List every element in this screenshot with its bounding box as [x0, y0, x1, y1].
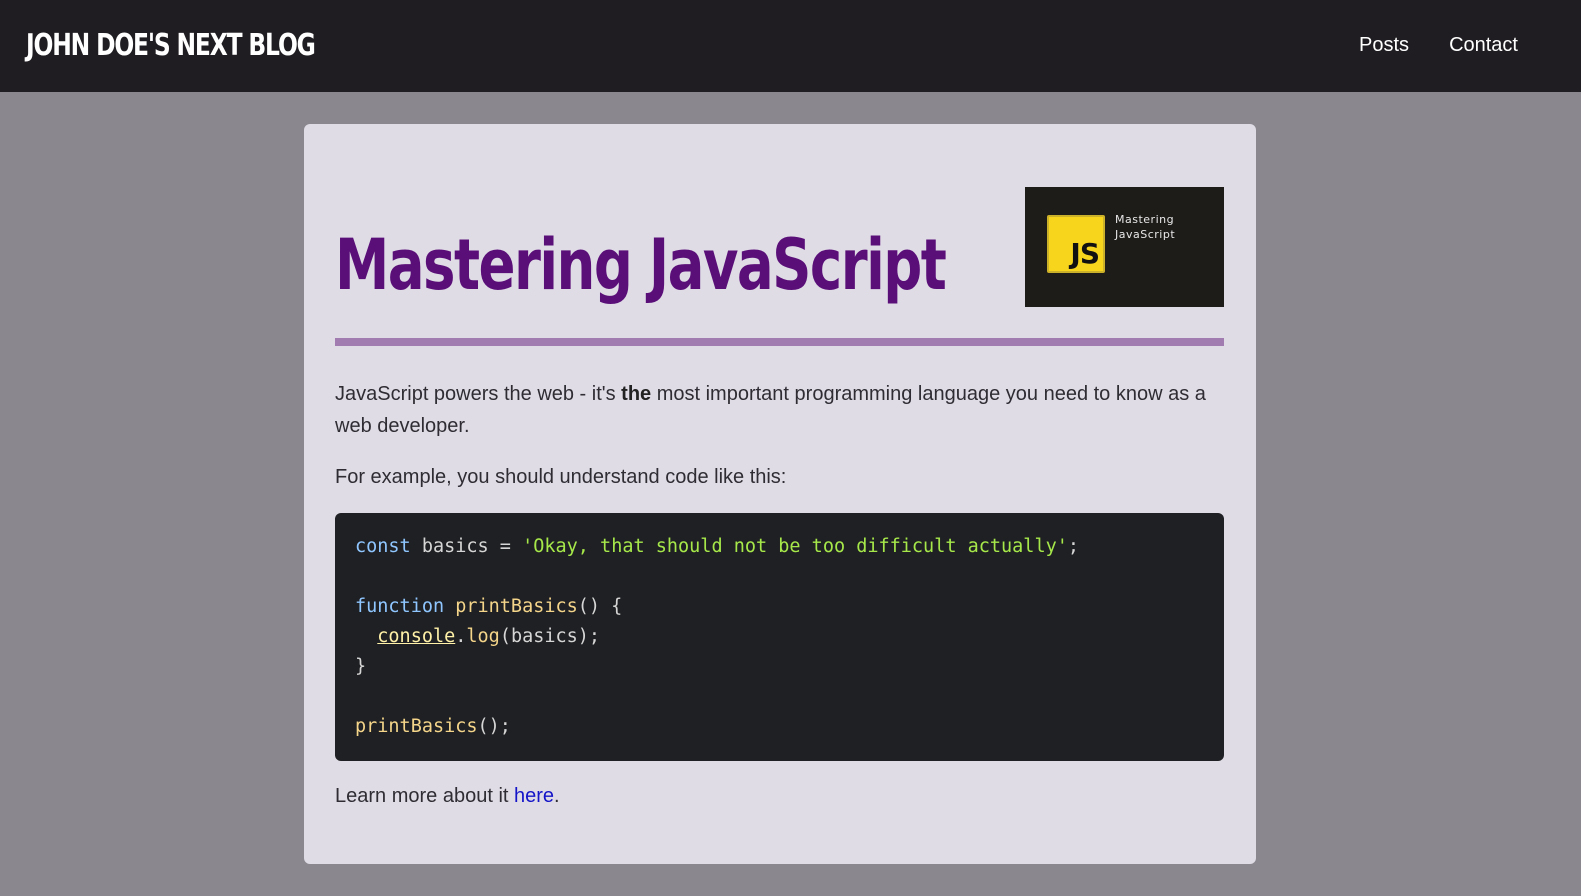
code-keyword: const: [355, 536, 411, 557]
learn-more-link[interactable]: here: [514, 785, 554, 807]
post-thumbnail: JS Mastering JavaScript: [1025, 187, 1224, 307]
learn-more-paragraph: Learn more about it here.: [335, 780, 1224, 812]
code-text: () {: [577, 596, 623, 617]
example-paragraph: For example, you should understand code …: [335, 466, 787, 488]
code-function-name: printBasics: [355, 716, 478, 737]
nav-link-contact[interactable]: Contact: [1449, 32, 1518, 58]
code-text: basics =: [410, 536, 523, 557]
code-line-4: console.log(basics);: [355, 622, 1204, 652]
code-text: .: [455, 626, 467, 647]
code-block: const basics = 'Okay, that should not be…: [335, 513, 1224, 761]
learn-more-period: .: [554, 785, 560, 807]
thumbnail-caption-line2: JavaScript: [1115, 228, 1176, 241]
code-text: ;: [1067, 536, 1079, 557]
thumbnail-caption-line1: Mastering: [1115, 213, 1175, 226]
code-function-name: log: [466, 626, 500, 647]
code-line-3: function printBasics() {: [355, 592, 1204, 622]
code-keyword: function: [355, 596, 445, 617]
post-card: Mastering JavaScript JS Mastering JavaSc…: [304, 124, 1256, 864]
nav-link-posts[interactable]: Posts: [1359, 32, 1409, 58]
js-logo-text: JS: [1070, 237, 1100, 270]
code-line-7: printBasics();: [355, 712, 1204, 742]
code-string: 'Okay, that should not be too difficult …: [522, 536, 1068, 557]
code-text: (basics);: [499, 626, 601, 647]
main-nav: Posts Contact: [1359, 32, 1518, 58]
intro-text-start: JavaScript powers the web - it's: [335, 383, 622, 405]
thumbnail-caption: Mastering JavaScript: [1115, 212, 1175, 242]
site-logo-link[interactable]: JOHN DOE'S NEXT BLOG: [26, 26, 316, 66]
code-line-5: }: [355, 656, 367, 677]
code-function-name: printBasics: [444, 596, 578, 617]
code-line-1: const basics = 'Okay, that should not be…: [355, 532, 1204, 562]
post-title: Mastering JavaScript: [335, 224, 947, 306]
intro-paragraph: JavaScript powers the web - it's the mos…: [335, 378, 1224, 442]
learn-more-text: Learn more about it: [335, 785, 514, 807]
js-logo-icon: JS: [1047, 215, 1105, 273]
intro-text-bold: the: [621, 383, 652, 405]
title-divider: [335, 338, 1224, 346]
code-text: ();: [477, 716, 511, 737]
code-object: console: [377, 626, 456, 647]
site-header: JOHN DOE'S NEXT BLOG Posts Contact: [0, 0, 1581, 92]
